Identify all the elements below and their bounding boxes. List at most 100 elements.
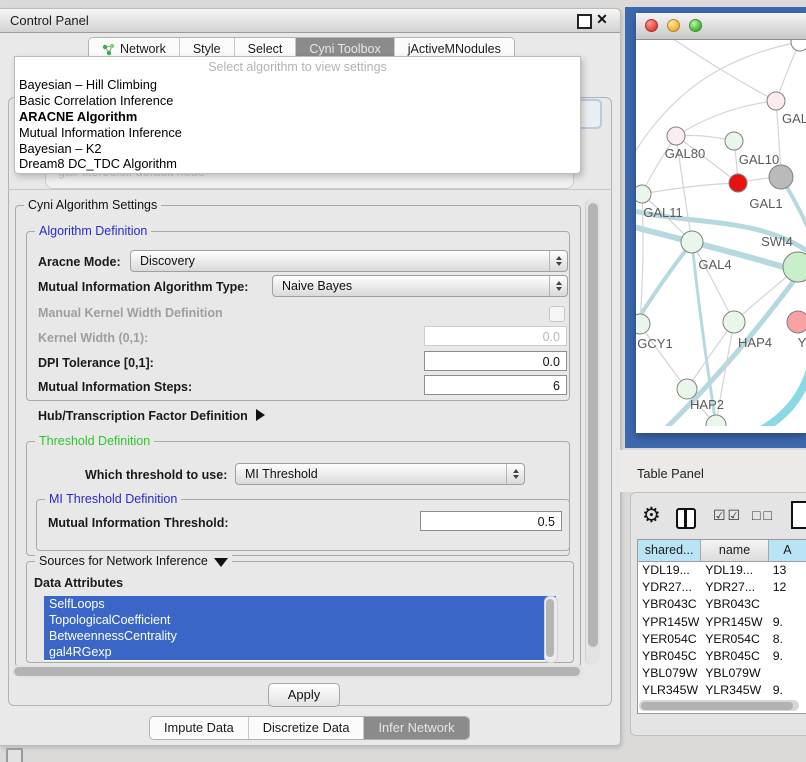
table-row[interactable]: YDL19...YDL19...13 [638,562,806,579]
data-attributes-label: Data Attributes [34,576,123,590]
table-row[interactable]: YDR27...YDR27...12 [638,579,806,596]
column-header[interactable]: shared... [638,540,701,561]
bottom-tab-discretize-data[interactable]: Discretize Data [249,717,365,739]
table-row[interactable]: YBL079WYBL079W [638,665,806,682]
table-panel: ⚙ ☑☑ □□ shared...nameA YDL19...YDL19...1… [630,492,806,736]
algorithm-option[interactable]: Bayesian – K2 [15,141,580,157]
settings-vertical-scrollbar[interactable] [585,199,600,665]
scrollbar-thumb[interactable] [14,667,580,676]
collapsed-panel-icon[interactable] [6,748,23,762]
algorithm-dropdown-placeholder: Select algorithm to view settings [15,57,580,77]
table-row[interactable]: YPR145WYPR145W9. [638,614,806,631]
mi-threshold-input[interactable]: 0.5 [420,511,562,531]
table-cell: YBR043C [638,596,701,613]
network-edge [642,183,738,194]
network-window-titlebar[interactable] [636,13,806,40]
close-icon[interactable]: ✕ [595,12,609,26]
mi-steps-input[interactable]: 6 [424,375,567,395]
network-node-hap2[interactable] [677,379,697,399]
data-attribute-item[interactable]: SelfLoops [44,596,556,612]
network-canvas[interactable]: GALGAL80GAL10GAL1GAL11GAL4SWI4GCY1HAP4YH… [636,40,806,426]
mi-algorithm-type-combo[interactable]: Naive Bayes [272,275,568,297]
network-node[interactable] [791,40,806,51]
control-panel-titlebar: Control Panel ✕ [0,9,620,33]
table-cell: YBR045C [701,648,768,665]
network-node-gal4[interactable] [681,231,703,253]
network-node-hap4[interactable] [723,311,745,333]
scrollbar-thumb[interactable] [546,599,554,657]
apply-button[interactable]: Apply [268,683,340,707]
network-node-gal1[interactable] [729,174,747,192]
node-label: HAP4 [738,335,772,350]
table-cell: YDL19... [638,562,701,579]
gear-icon[interactable]: ⚙ [642,503,661,528]
table-row[interactable]: YLR345WYLR345W9. [638,682,806,699]
float-window-icon[interactable] [577,14,592,29]
divider [8,189,612,190]
select-all-checkboxes-icon[interactable]: ☑☑ [713,507,742,524]
columns-icon[interactable] [676,508,696,529]
table-cell: YBL079W [701,665,768,682]
column-header[interactable]: name [701,540,769,561]
algorithm-option[interactable]: ARACNE Algorithm [15,109,580,125]
kernel-width-input[interactable]: 0.0 [424,326,567,346]
network-node-gal[interactable] [767,92,785,110]
table-cell: YER054C [701,631,768,648]
export-table-icon[interactable] [791,501,806,529]
hub-tf-section-toggle[interactable]: Hub/Transcription Factor Definition [38,409,265,423]
network-node-gcy1[interactable] [636,314,650,334]
settings-horizontal-scrollbar[interactable] [12,665,584,678]
column-header[interactable]: A [769,540,806,561]
table-toolbar: ⚙ ☑☑ □□ [631,501,806,535]
attributes-list-scrollbar[interactable] [544,596,558,663]
algorithm-dropdown-popup: Select algorithm to view settings Bayesi… [14,56,581,174]
algorithm-option[interactable]: Dream8 DC_TDC Algorithm [15,156,580,172]
network-node-y[interactable] [787,311,806,333]
node-label: HAP2 [690,397,724,412]
table-cell: YBL079W [638,665,701,682]
bottom-tab-impute-data[interactable]: Impute Data [150,717,249,739]
table-cell: YLR345W [638,682,701,699]
table-header-row: shared...nameA [638,540,806,562]
aracne-mode-combo[interactable]: Discovery [130,250,568,272]
sources-group-title[interactable]: Sources for Network Inference [35,554,232,568]
algorithm-option[interactable]: Basic Correlation Inference [15,93,580,109]
network-edge [642,136,676,194]
table-cell: YDR27... [638,579,701,596]
algorithm-option[interactable]: Mutual Information Inference [15,125,580,141]
expanded-arrow-icon [214,558,228,567]
minimize-traffic-light-icon[interactable] [667,19,680,32]
table-row[interactable]: YBR045CYBR045C9. [638,648,806,665]
manual-kernel-width-label: Manual Kernel Width Definition [38,306,223,320]
control-panel-title: Control Panel [10,13,89,28]
zoom-traffic-light-icon[interactable] [689,19,702,32]
which-threshold-combo[interactable]: MI Threshold [235,463,525,485]
manual-kernel-width-checkbox[interactable] [549,306,565,322]
table-panel-title: Table Panel [637,466,704,481]
which-threshold-label: Which threshold to use: [85,468,227,482]
table-row[interactable]: YBR043CYBR043C [638,596,806,613]
node-label: GAL80 [665,146,705,161]
node-label: GAL11 [643,205,683,220]
data-attribute-item[interactable]: BetweennessCentrality [44,628,556,644]
table-horizontal-scrollbar[interactable] [639,700,799,711]
close-traffic-light-icon[interactable] [645,19,658,32]
node-label: SWI4 [761,234,793,249]
data-attribute-item[interactable]: gal4RGexp [44,644,556,660]
data-attribute-item[interactable]: TopologicalCoefficient [44,612,556,628]
dpi-tolerance-input[interactable]: 0.0 [424,351,567,371]
network-node-gal80[interactable] [667,127,685,145]
table-cell [769,596,806,613]
table-row[interactable]: YER054CYER054C8. [638,631,806,648]
network-node[interactable] [769,165,793,189]
table-cell [769,665,806,682]
network-node-gal10[interactable] [725,132,743,150]
scrollbar-thumb[interactable] [588,203,598,647]
scrollbar-thumb[interactable] [641,702,793,710]
kernel-width-label: Kernel Width (0,1): [38,331,148,345]
network-node-gal11[interactable] [636,185,651,203]
deselect-all-checkboxes-icon[interactable]: □□ [752,507,775,523]
node-label: GAL10 [739,152,779,167]
bottom-tab-infer-network[interactable]: Infer Network [364,717,468,739]
algorithm-option[interactable]: Bayesian – Hill Climbing [15,77,580,93]
